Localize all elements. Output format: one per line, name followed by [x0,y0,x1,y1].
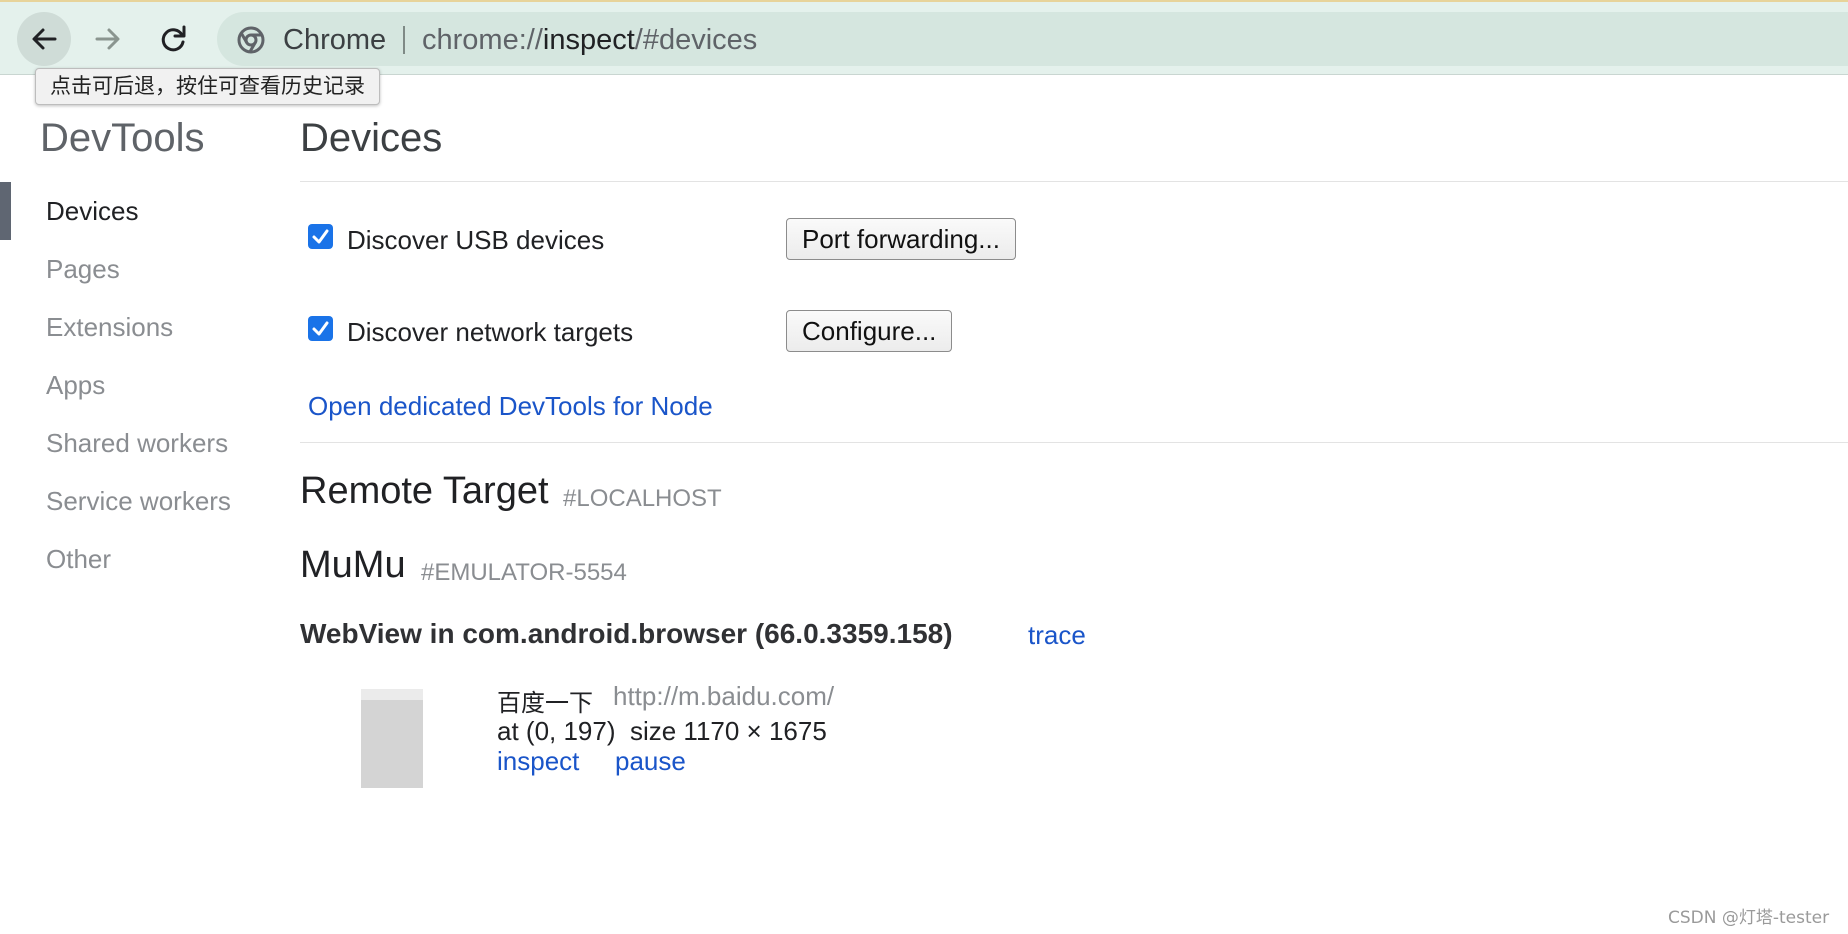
thumbnail-header [361,689,423,700]
target-position: at (0, 197) size 1170 × 1675 [497,716,827,746]
back-button[interactable] [17,12,71,66]
inspect-link[interactable]: inspect [497,746,579,777]
watermark: CSDN @灯塔-tester [1668,908,1830,928]
device-name: MuMu [300,544,406,586]
page-title: Devices [300,116,443,160]
site-name: Chrome [283,24,387,56]
trace-link[interactable]: trace [1028,620,1086,651]
network-checkbox-label[interactable]: Discover network targets [347,317,633,348]
browser-toolbar: Chrome chrome://inspect/#devices [0,2,1848,75]
chrome-logo-icon [237,26,265,54]
usb-checkbox[interactable] [308,224,333,249]
sidebar-item-service-workers[interactable]: Service workers [46,486,231,517]
sidebar-item-devices[interactable]: Devices [46,196,138,227]
page-thumbnail [361,689,423,788]
sidebar-title: DevTools [40,116,205,160]
options-divider [300,442,1848,443]
url-host: inspect [542,24,635,56]
device-id: #EMULATOR-5554 [421,559,627,586]
url-scheme: chrome:// [422,24,543,56]
arrow-left-icon [32,28,57,50]
reload-icon [161,25,186,52]
forward-button[interactable] [81,12,135,66]
address-bar[interactable]: Chrome chrome://inspect/#devices [217,12,1848,66]
sidebar-item-pages[interactable]: Pages [46,254,120,285]
port-forwarding-button[interactable]: Port forwarding... [786,218,1016,260]
pause-link[interactable]: pause [615,746,686,777]
title-divider [300,181,1848,182]
target-title: 百度一下 [497,689,593,717]
usb-checkbox-label[interactable]: Discover USB devices [347,225,604,256]
remote-target-subtitle: #LOCALHOST [563,485,722,512]
sidebar-item-apps[interactable]: Apps [46,370,105,401]
checkmark-icon [312,229,329,244]
sidebar-item-extensions[interactable]: Extensions [46,312,173,343]
target-url: http://m.baidu.com/ [613,681,835,711]
node-devtools-link[interactable]: Open dedicated DevTools for Node [308,391,713,422]
reload-button[interactable] [146,12,200,66]
sidebar-item-shared-workers[interactable]: Shared workers [46,428,228,459]
sidebar-active-marker [0,182,11,240]
address-separator [403,26,405,54]
sidebar-item-other[interactable]: Other [46,544,111,575]
network-checkbox[interactable] [308,316,333,341]
checkmark-icon [312,321,329,336]
url-path: /#devices [634,24,758,56]
configure-button[interactable]: Configure... [786,310,953,352]
back-tooltip: 点击可后退，按住可查看历史记录 [35,68,380,105]
browser-title: WebView in com.android.browser (66.0.335… [300,618,953,649]
arrow-right-icon [95,28,120,50]
remote-target-title: Remote Target [300,470,549,512]
address-url[interactable]: chrome://inspect/#devices [422,24,757,57]
